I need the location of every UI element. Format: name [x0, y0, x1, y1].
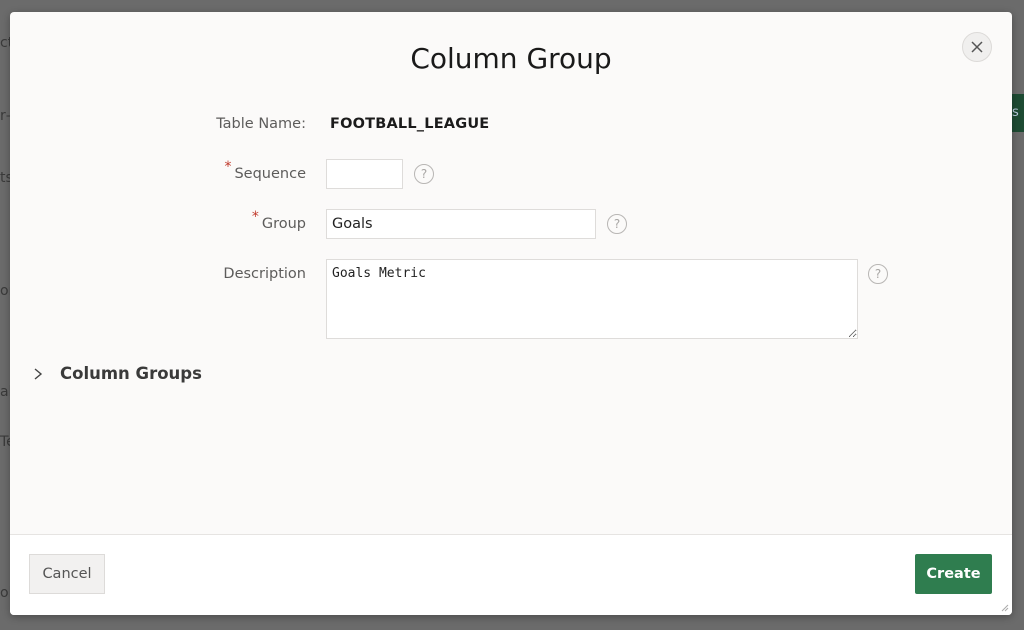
cancel-button[interactable]: Cancel: [29, 554, 105, 594]
description-row: Description Goals Metric ?: [10, 259, 888, 339]
resize-handle-icon[interactable]: [999, 602, 1009, 612]
required-indicator: *: [251, 209, 259, 225]
column-group-dialog: Column Group Table Name: FOOTBALL_LEAGUE…: [10, 12, 1012, 615]
group-label: Group: [261, 216, 306, 232]
close-button[interactable]: [962, 32, 992, 62]
group-input[interactable]: [326, 209, 596, 239]
required-indicator: *: [224, 159, 232, 175]
sequence-row: * Sequence ?: [10, 159, 434, 189]
help-icon[interactable]: ?: [607, 214, 627, 234]
chevron-right-icon: [34, 367, 43, 380]
table-name-value: FOOTBALL_LEAGUE: [330, 116, 490, 132]
dialog-footer: Cancel Create: [10, 534, 1012, 615]
column-groups-region-toggle[interactable]: Column Groups: [30, 364, 202, 383]
sequence-label: Sequence: [234, 166, 306, 182]
help-icon[interactable]: ?: [868, 264, 888, 284]
sequence-label-wrap: * Sequence: [10, 159, 306, 182]
group-row: *Group ?: [10, 209, 627, 239]
close-icon: [971, 41, 983, 53]
create-button[interactable]: Create: [915, 554, 992, 594]
help-icon[interactable]: ?: [414, 164, 434, 184]
description-textarea[interactable]: Goals Metric: [326, 259, 858, 339]
column-groups-region-title: Column Groups: [60, 364, 202, 383]
table-name-row: Table Name: FOOTBALL_LEAGUE: [10, 116, 489, 132]
group-label-wrap: * Group: [10, 209, 306, 232]
table-name-label: Table Name:: [216, 116, 306, 132]
dialog-title: Column Group: [410, 42, 612, 75]
description-label: Description: [223, 266, 306, 282]
sequence-input[interactable]: [326, 159, 403, 189]
